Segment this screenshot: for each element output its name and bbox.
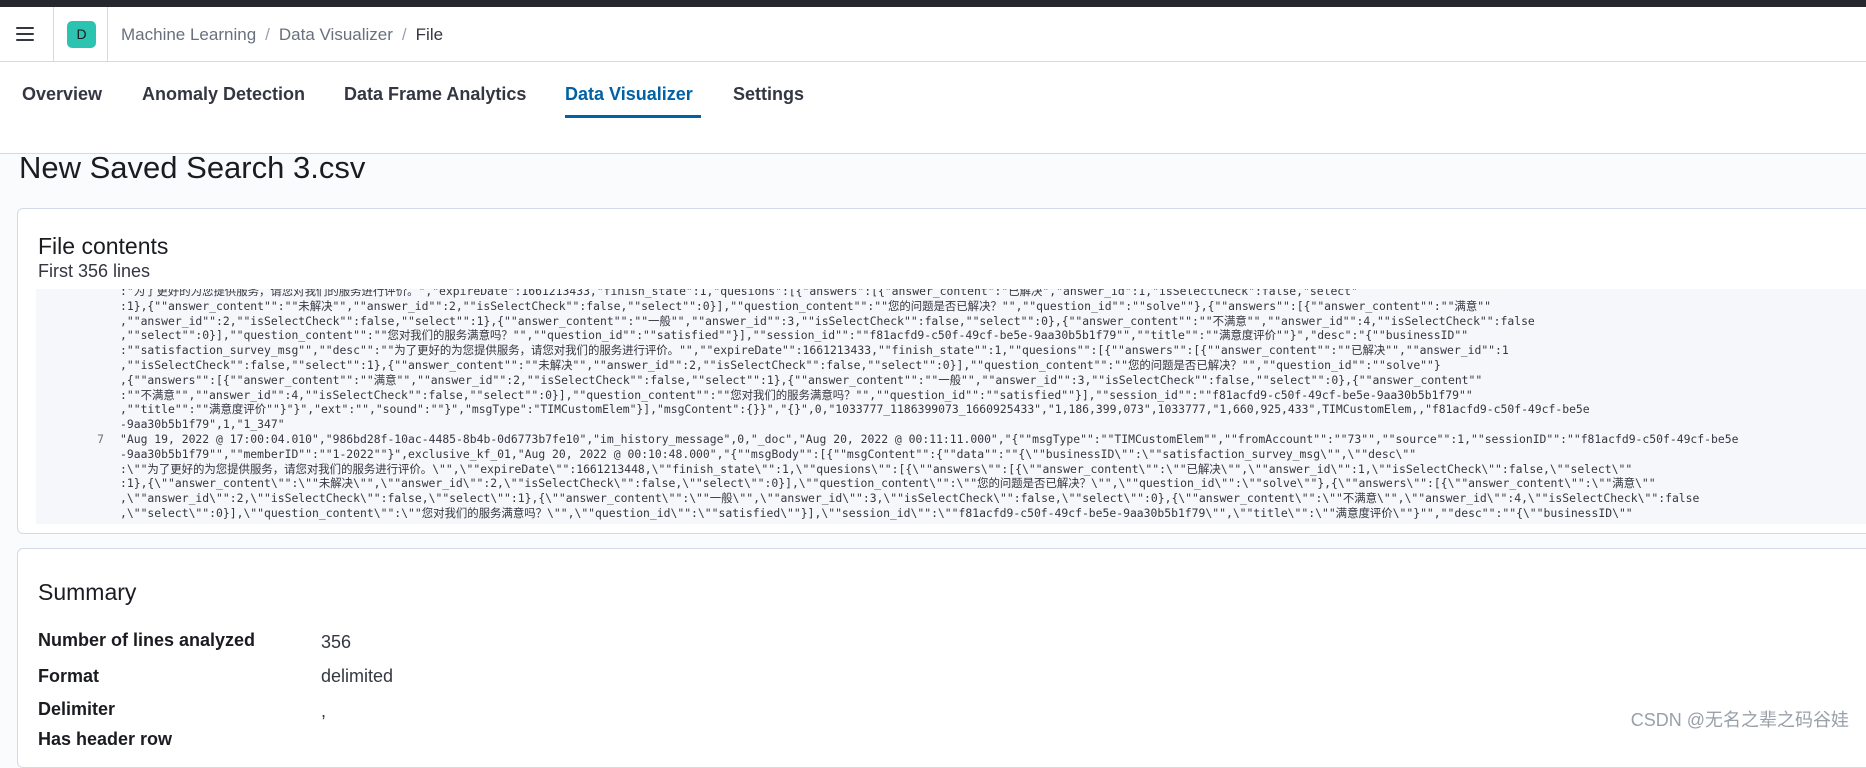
line-number [36, 417, 120, 432]
line-number [36, 462, 120, 477]
line-number [36, 506, 120, 521]
summary-row: Delimiter , [38, 699, 738, 723]
code-lines: :"为了更好的为您提供服务，请您对我们的服务进行评价。","expireDate… [36, 289, 1866, 521]
code-line: :""satisfaction_survey_msg"",""desc"":""… [36, 343, 1866, 358]
watermark: CSDN @无名之辈之码谷娃 [1630, 710, 1849, 730]
summary-label: Format [38, 666, 100, 686]
line-text: ,\""select\"":0}],\""question_content\""… [120, 505, 1633, 520]
breadcrumb-machine-learning[interactable]: Machine Learning [121, 25, 256, 44]
code-line: -9aa30b5b1f79"",""memberID"":""1-2022""}… [36, 447, 1866, 462]
code-line: -9aa30b5b1f79",1,"1_347" [36, 417, 1866, 432]
line-text: -9aa30b5b1f79",1,"1_347" [120, 417, 285, 432]
code-line: :\""为了更好的为您提供服务，请您对我们的服务进行评价。\"",\""expi… [36, 462, 1866, 477]
code-line: :1},{\""answer_content\"":\""未解决\"",\""a… [36, 476, 1866, 491]
summary-label: Delimiter [38, 699, 116, 719]
line-text: :\""为了更好的为您提供服务，请您对我们的服务进行评价。\"",\""expi… [120, 461, 1633, 476]
line-number [36, 314, 120, 329]
line-number [36, 491, 120, 506]
code-line: ,""answer_id"":2,""isSelectCheck"":false… [36, 314, 1866, 329]
line-text: "Aug 19, 2022 @ 17:00:04.010","986bd28f-… [120, 431, 1739, 446]
space-avatar[interactable]: D [67, 21, 96, 48]
summary-row: Has header row [38, 729, 738, 753]
line-text: -9aa30b5b1f79"",""memberID"":""1-2022""}… [120, 446, 1417, 461]
summary-row: Number of lines analyzed 356 [38, 630, 738, 654]
summary-value: , [321, 701, 327, 721]
line-number [36, 388, 120, 403]
line-text: ,\""answer_id\"":2,\""isSelectCheck\"":f… [120, 491, 1700, 506]
summary-row: Format delimited [38, 666, 738, 690]
code-line: ,""isSelectCheck"":false,""select"":1},{… [36, 358, 1866, 373]
summary-value: delimited [321, 666, 394, 686]
summary-label: Number of lines analyzed [38, 630, 256, 650]
line-text: :""不满意"",""answer_id"":4,""isSelectCheck… [120, 387, 1473, 402]
line-text: ,""title"":""满意度评价""}"}","ext":"","sound… [120, 402, 1590, 417]
tab-data-visualizer[interactable]: Data Visualizer [565, 84, 693, 105]
breadcrumb-separator: / [401, 25, 407, 44]
line-number [36, 299, 120, 314]
line-text: :1},{\""answer_content\"":\""未解决\"",\""a… [120, 476, 1656, 491]
code-line: :""不满意"",""answer_id"":4,""isSelectCheck… [36, 388, 1866, 403]
line-number [36, 358, 120, 373]
line-number [36, 447, 120, 462]
page-title: New Saved Search 3.csv [19, 150, 366, 185]
line-number: 7 [97, 431, 104, 446]
header-bar: D Machine Learning / Data Visualizer / File [0, 7, 1866, 62]
breadcrumb-data-visualizer[interactable]: Data Visualizer [279, 25, 393, 44]
file-contents-subtitle: First 356 lines [38, 261, 151, 281]
summary-label: Has header row [38, 729, 173, 749]
file-contents-title: File contents [38, 233, 169, 259]
line-number [36, 289, 120, 299]
line-text: :""satisfaction_survey_msg"",""desc"":""… [120, 343, 1509, 358]
tab-bar: Overview Anomaly Detection Data Frame An… [0, 62, 1866, 154]
code-line: ,""title"":""满意度评价""}"}","ext":"","sound… [36, 402, 1866, 417]
line-text: ,""select"":0}],""question_content"":""您… [120, 328, 1469, 343]
summary-value: 356 [321, 632, 352, 652]
code-line: :"为了更好的为您提供服务，请您对我们的服务进行评价。","expireDate… [36, 289, 1866, 299]
hamburger-menu-icon[interactable] [14, 24, 36, 44]
code-line: :1},{""answer_content"":""未解决"",""answer… [36, 299, 1866, 314]
line-number [36, 402, 120, 417]
code-line: ,""select"":0}],""question_content"":""您… [36, 328, 1866, 343]
tab-data-frame-analytics[interactable]: Data Frame Analytics [344, 84, 526, 105]
summary-panel: Summary Number of lines analyzed 356 For… [17, 548, 1866, 768]
line-number [36, 476, 120, 491]
code-line: 7 "Aug 19, 2022 @ 17:00:04.010","986bd28f… [36, 432, 1866, 447]
header-divider [107, 7, 108, 61]
top-strip [0, 0, 1866, 7]
breadcrumb-file: File [415, 25, 444, 44]
line-text: ,{""answers"":[{""answer_content"":""满意"… [120, 372, 1483, 387]
line-text: :1},{""answer_content"":""未解决"",""answer… [120, 298, 1491, 313]
file-contents-panel: File contents First 356 lines :"为了更好的为您提… [17, 208, 1866, 534]
code-line: ,\""answer_id\"":2,\""isSelectCheck\"":f… [36, 491, 1866, 506]
active-tab-indicator [565, 115, 701, 118]
line-number [36, 328, 120, 343]
code-line: ,\""select\"":0}],\""question_content\""… [36, 506, 1866, 521]
line-number [36, 373, 120, 388]
breadcrumb: Machine Learning / Data Visualizer / File [121, 25, 443, 45]
line-text: ,""answer_id"":2,""isSelectCheck"":false… [120, 313, 1535, 328]
file-contents-code-block[interactable]: :"为了更好的为您提供服务，请您对我们的服务进行评价。","expireDate… [36, 289, 1866, 524]
header-divider [53, 7, 54, 61]
tab-overview[interactable]: Overview [22, 84, 102, 105]
line-text: ,""isSelectCheck"":false,""select"":1},{… [120, 357, 1441, 372]
code-line: ,{""answers"":[{""answer_content"":""满意"… [36, 373, 1866, 388]
line-text: :"为了更好的为您提供服务，请您对我们的服务进行评价。","expireDate… [120, 289, 1358, 298]
line-number [36, 343, 120, 358]
summary-title: Summary [38, 579, 137, 605]
tab-settings[interactable]: Settings [733, 84, 804, 105]
tab-anomaly-detection[interactable]: Anomaly Detection [142, 84, 305, 105]
breadcrumb-separator: / [265, 25, 270, 44]
